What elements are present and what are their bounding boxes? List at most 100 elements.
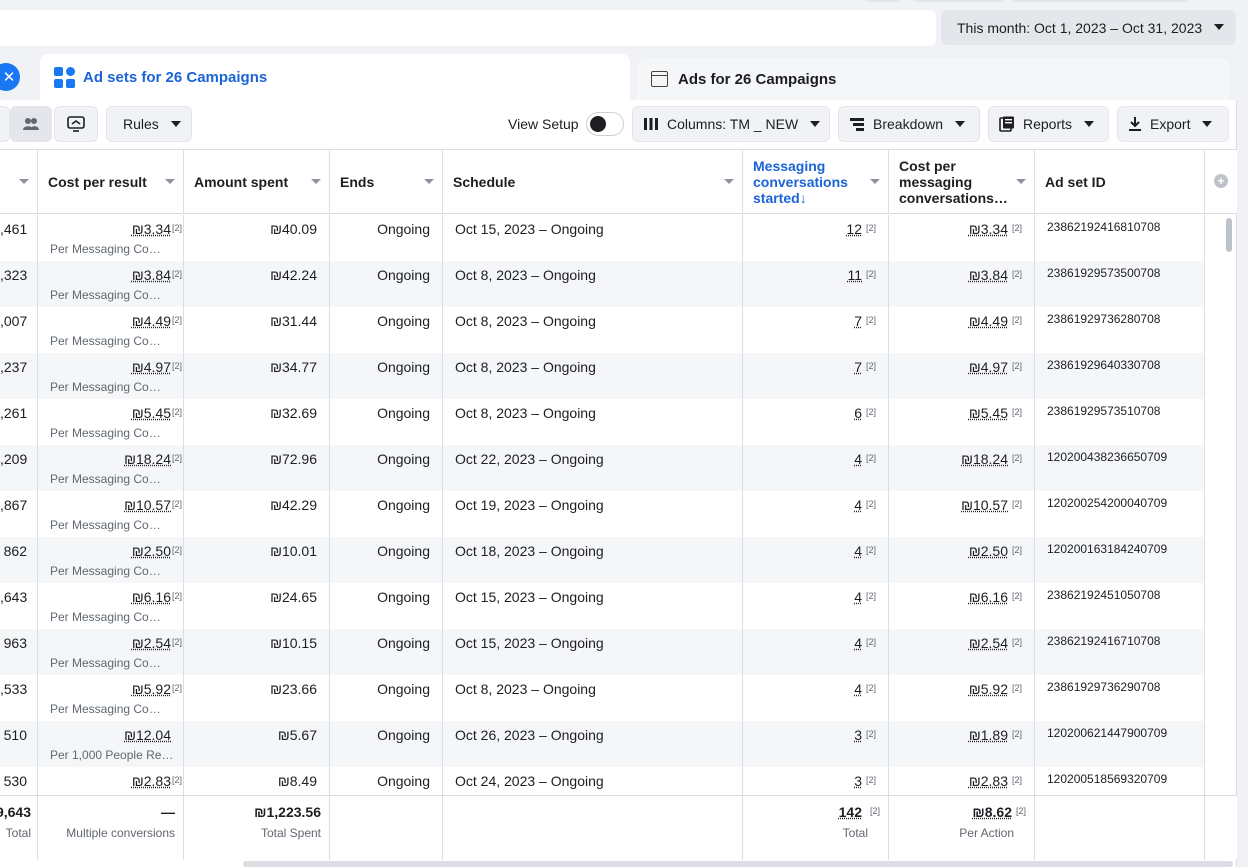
- messaging-started-value[interactable]: 4: [854, 589, 862, 605]
- column-header-ad-set-id[interactable]: Ad set ID: [1035, 150, 1205, 214]
- cost-per-result-value[interactable]: ₪3.34: [132, 221, 171, 237]
- column-header-schedule[interactable]: Schedule: [443, 150, 743, 214]
- export-label: Export: [1150, 116, 1191, 132]
- breakdown-icon: [849, 117, 865, 131]
- messaging-started-value[interactable]: 7: [854, 359, 862, 375]
- column-header-cost-per-messaging[interactable]: Cost per messaging conversations…: [889, 150, 1035, 214]
- column-header-amount-spent[interactable]: Amount spent: [184, 150, 330, 214]
- ends-cell: Ongoing: [330, 261, 443, 307]
- amount-spent-cell: ₪40.09: [184, 215, 330, 261]
- cost-per-messaging-value[interactable]: ₪10.57: [961, 497, 1008, 513]
- footnote-marker: [2]: [171, 407, 182, 417]
- cost-per-result-value[interactable]: ₪3.84: [132, 267, 171, 283]
- cost-per-messaging-value[interactable]: ₪2.54: [969, 635, 1008, 651]
- ends-value: Ongoing: [377, 589, 430, 605]
- cost-per-result-value[interactable]: ₪4.49: [132, 313, 171, 329]
- messaging-started-cell: 7 [2]: [743, 307, 889, 353]
- footnote-marker: [2]: [865, 407, 876, 417]
- tab-ad-sets[interactable]: Ad sets for 26 Campaigns: [40, 54, 630, 100]
- cost-per-result-value[interactable]: ₪2.54: [132, 635, 171, 651]
- cost-per-result-value[interactable]: ₪4.97: [132, 359, 171, 375]
- table-row[interactable]: ,209 ₪18.24 [2] Per Messaging Co… ₪72.96 Ongo…: [0, 445, 1205, 491]
- breakdown-button[interactable]: Breakdown: [838, 106, 980, 142]
- ad-set-id-cell: 120200438236650709: [1035, 445, 1205, 491]
- column-header-reach[interactable]: [0, 150, 38, 214]
- table-row[interactable]: 862 ₪2.50 [2] Per Messaging Co… ₪10.01 Ongoin…: [0, 537, 1205, 583]
- columns-button[interactable]: Columns: TM _ NEW: [632, 106, 830, 142]
- footnote-marker: [2]: [1011, 407, 1022, 417]
- cost-per-messaging-value[interactable]: ₪5.92: [969, 681, 1008, 697]
- cost-per-result-value[interactable]: ₪18.24: [124, 451, 171, 467]
- cost-per-result-value[interactable]: ₪12.04: [124, 727, 171, 743]
- top-button-stub[interactable]: [864, 0, 900, 2]
- rules-button[interactable]: Rules: [106, 106, 192, 142]
- audience-button[interactable]: [10, 106, 52, 142]
- add-column-icon[interactable]: +: [1214, 174, 1228, 188]
- date-range-picker[interactable]: This month: Oct 1, 2023 – Oct 31, 2023: [941, 10, 1236, 45]
- cost-per-messaging-cell: ₪2.54 [2]: [889, 629, 1035, 675]
- messaging-started-cell: 4 [2]: [743, 629, 889, 675]
- cost-per-result-value[interactable]: ₪2.83: [132, 773, 171, 789]
- search-bar[interactable]: [0, 10, 936, 46]
- column-header-cost-per-result[interactable]: Cost per result: [38, 150, 184, 214]
- table-row[interactable]: 963 ₪2.54 [2] Per Messaging Co… ₪10.15 Ongoin…: [0, 629, 1205, 675]
- messaging-started-value[interactable]: 4: [854, 451, 862, 467]
- messaging-started-value[interactable]: 4: [854, 543, 862, 559]
- cost-per-messaging-value[interactable]: ₪18.24: [961, 451, 1008, 467]
- schedule-value: Oct 19, 2023 – Ongoing: [455, 497, 604, 513]
- cost-per-messaging-value[interactable]: ₪3.34: [969, 221, 1008, 237]
- table-row[interactable]: ,237 ₪4.97 [2] Per Messaging Co… ₪34.77 Ongoi…: [0, 353, 1205, 399]
- amount-spent-value: ₪34.77: [270, 359, 317, 375]
- reach-value: 963: [3, 635, 27, 651]
- column-header-ends[interactable]: Ends: [330, 150, 443, 214]
- cost-per-result-value[interactable]: ₪5.92: [132, 681, 171, 697]
- amount-spent-value: ₪42.29: [270, 497, 317, 513]
- clear-selection-button[interactable]: ✕: [0, 63, 20, 91]
- footnote-marker: [2]: [865, 315, 876, 325]
- tab-ads[interactable]: Ads for 26 Campaigns: [637, 58, 1229, 100]
- close-icon: ✕: [2, 69, 16, 86]
- top-button-stub[interactable]: [1012, 0, 1188, 2]
- toolbar-button-partial[interactable]: [0, 106, 10, 142]
- cost-per-messaging-value[interactable]: ₪4.97: [969, 359, 1008, 375]
- table-row[interactable]: ,261 ₪5.45 [2] Per Messaging Co… ₪32.69 Ongoi…: [0, 399, 1205, 445]
- messaging-started-value[interactable]: 4: [854, 681, 862, 697]
- cost-per-messaging-value[interactable]: ₪3.84: [969, 267, 1008, 283]
- messaging-started-value[interactable]: 3: [854, 727, 862, 743]
- table-row[interactable]: ,461 ₪3.34 [2] Per Messaging Co… ₪40.09 Ongoi…: [0, 215, 1205, 261]
- table-row[interactable]: ,867 ₪10.57 [2] Per Messaging Co… ₪42.29 Ongo…: [0, 491, 1205, 537]
- schedule-value: Oct 8, 2023 – Ongoing: [455, 681, 596, 697]
- export-button[interactable]: Export: [1117, 106, 1229, 142]
- cost-per-messaging-value[interactable]: ₪6.16: [969, 589, 1008, 605]
- cost-per-result-value[interactable]: ₪5.45: [132, 405, 171, 421]
- table-row[interactable]: ,007 ₪4.49 [2] Per Messaging Co… ₪31.44 Ongoi…: [0, 307, 1205, 353]
- ab-test-button[interactable]: [54, 106, 98, 142]
- messaging-started-value[interactable]: 3: [854, 773, 862, 789]
- cost-per-messaging-value[interactable]: ₪2.83: [969, 773, 1008, 789]
- cost-per-messaging-value[interactable]: ₪2.50: [969, 543, 1008, 559]
- messaging-started-value[interactable]: 12: [846, 221, 862, 237]
- messaging-started-value[interactable]: 6: [854, 405, 862, 421]
- messaging-started-value[interactable]: 4: [854, 635, 862, 651]
- view-setup-toggle[interactable]: [586, 112, 624, 136]
- top-button-stub[interactable]: [912, 0, 1004, 2]
- cost-per-result-value[interactable]: ₪2.50: [132, 543, 171, 559]
- reports-button[interactable]: Reports: [988, 106, 1109, 142]
- table-row[interactable]: ,533 ₪5.92 [2] Per Messaging Co… ₪23.66 Ongoi…: [0, 675, 1205, 721]
- cost-per-messaging-value[interactable]: ₪4.49: [969, 313, 1008, 329]
- column-header-messaging-started[interactable]: Messaging conversations started↓: [743, 150, 889, 214]
- footnote-marker: [2]: [1011, 729, 1022, 739]
- cost-per-messaging-value[interactable]: ₪5.45: [969, 405, 1008, 421]
- table-row[interactable]: ,323 ₪3.84 [2] Per Messaging Co… ₪42.24 Ongoi…: [0, 261, 1205, 307]
- vertical-scrollbar[interactable]: [1226, 218, 1232, 252]
- table-row[interactable]: 510 ₪12.04 Per 1,000 People Re… ₪5.67 Ongoin…: [0, 721, 1205, 767]
- cost-per-result-value[interactable]: ₪6.16: [132, 589, 171, 605]
- table-row[interactable]: 530 ₪2.83 [2] ₪8.49 Ongoing Oct 24, 2023 – On…: [0, 767, 1205, 795]
- messaging-started-value[interactable]: 11: [847, 267, 862, 283]
- messaging-started-value[interactable]: 7: [854, 313, 862, 329]
- cost-per-result-value[interactable]: ₪10.57: [124, 497, 171, 513]
- table-row[interactable]: ,643 ₪6.16 [2] Per Messaging Co… ₪24.65 Ongoi…: [0, 583, 1205, 629]
- messaging-started-value[interactable]: 4: [854, 497, 862, 513]
- horizontal-scrollbar[interactable]: [243, 861, 1233, 867]
- cost-per-messaging-value[interactable]: ₪1.89: [969, 727, 1008, 743]
